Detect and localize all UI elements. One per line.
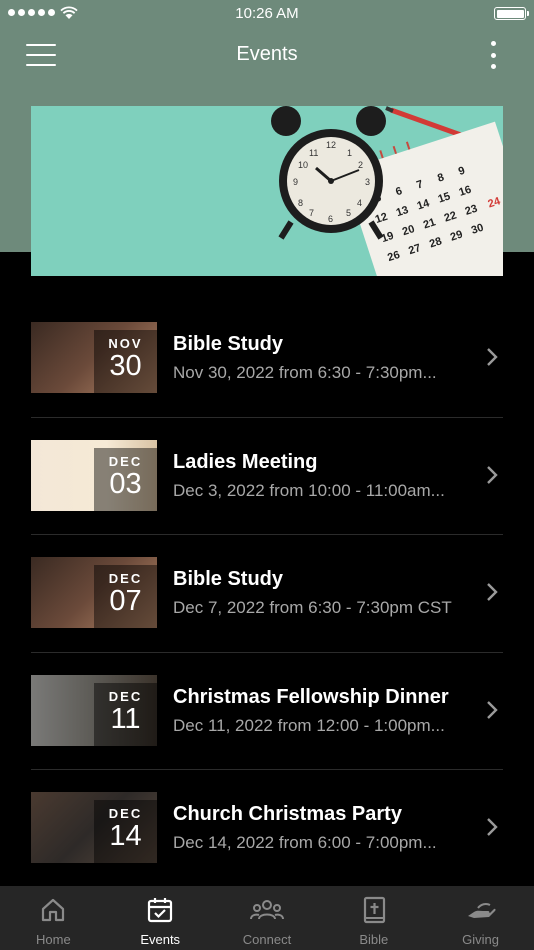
battery-icon xyxy=(494,7,529,20)
event-subtitle: Dec 14, 2022 from 6:00 - 7:00pm... xyxy=(173,833,437,852)
event-date-badge: DEC 11 xyxy=(94,682,157,746)
people-icon xyxy=(249,900,284,920)
home-icon xyxy=(42,898,65,922)
chevron-right-icon xyxy=(487,818,498,836)
event-day: 14 xyxy=(109,820,142,852)
event-subtitle: Dec 11, 2022 from 12:00 - 1:00pm... xyxy=(173,715,445,735)
svg-text:11: 11 xyxy=(309,148,318,158)
event-title: Ladies Meeting xyxy=(173,450,318,473)
event-month: DEC xyxy=(108,806,143,821)
chevron-right-icon xyxy=(487,583,498,601)
navigation-bar: Events xyxy=(0,30,534,80)
event-row[interactable]: NOV 30 Bible Study Nov 30, 2022 from 6:3… xyxy=(31,300,503,418)
tab-events[interactable]: Events xyxy=(107,886,214,950)
svg-text:10: 10 xyxy=(298,160,308,170)
event-day: 07 xyxy=(109,585,142,617)
events-banner-image: 56789 1213141516 1920212223 2627282930 2… xyxy=(31,106,503,276)
event-title: Bible Study xyxy=(173,568,284,590)
status-time: 10:26 AM xyxy=(235,5,299,22)
svg-text:1: 1 xyxy=(347,148,352,158)
event-month: DEC xyxy=(108,688,143,704)
chevron-right-icon xyxy=(487,700,498,719)
event-row[interactable]: DEC 03 Ladies Meeting Dec 3, 2022 from 1… xyxy=(31,418,503,535)
event-row[interactable]: DEC 07 Bible Study Dec 7, 2022 from 6:30… xyxy=(31,535,503,653)
tab-label: Giving xyxy=(462,932,500,947)
chevron-right-icon xyxy=(487,465,498,484)
more-vertical-icon xyxy=(490,41,496,46)
event-thumbnail: DEC 14 xyxy=(31,792,157,863)
status-bar: 10:26 AM xyxy=(0,0,534,28)
event-thumbnail: DEC 11 xyxy=(31,674,157,746)
event-date-badge: DEC 07 xyxy=(94,565,157,628)
event-subtitle: Nov 30, 2022 from 6:30 - 7:30pm... xyxy=(173,363,437,382)
tab-label: Home xyxy=(36,932,71,947)
tab-giving[interactable]: Giving xyxy=(427,886,534,950)
event-title: Church Christmas Party xyxy=(173,803,402,825)
chevron-right-icon xyxy=(487,348,498,366)
svg-text:3: 3 xyxy=(365,177,370,187)
more-options-button[interactable] xyxy=(490,41,496,69)
svg-text:6: 6 xyxy=(328,214,333,224)
svg-text:8: 8 xyxy=(298,198,303,208)
event-month: DEC xyxy=(108,571,143,586)
bible-icon xyxy=(363,896,385,924)
event-title: Christmas Fellowship Dinner xyxy=(173,685,449,708)
event-day: 30 xyxy=(109,350,142,382)
calendar-check-icon xyxy=(148,898,173,923)
event-row[interactable]: DEC 11 Christmas Fellowship Dinner Dec 1… xyxy=(31,653,503,770)
svg-text:2: 2 xyxy=(358,160,363,170)
svg-text:7: 7 xyxy=(309,208,314,218)
tab-label: Bible xyxy=(359,932,389,947)
event-thumbnail: NOV 30 xyxy=(31,322,157,393)
event-row[interactable]: DEC 14 Church Christmas Party Dec 14, 20… xyxy=(31,770,503,888)
event-month: DEC xyxy=(108,453,143,469)
svg-text:5: 5 xyxy=(346,208,351,218)
tab-label: Connect xyxy=(242,932,292,947)
event-date-badge: DEC 03 xyxy=(94,447,157,511)
tab-home[interactable]: Home xyxy=(0,886,107,950)
event-day: 03 xyxy=(109,467,142,500)
event-date-badge: DEC 14 xyxy=(94,800,157,863)
tab-label: Events xyxy=(140,932,181,947)
event-list: NOV 30 Bible Study Nov 30, 2022 from 6:3… xyxy=(31,300,503,888)
tab-bar: Home Events Connect Bible Giving xyxy=(0,886,534,950)
event-day: 11 xyxy=(110,702,141,735)
svg-text:12: 12 xyxy=(326,140,336,150)
page-title: Events xyxy=(236,43,298,65)
event-thumbnail: DEC 03 xyxy=(31,439,157,511)
giving-hand-icon xyxy=(467,903,496,918)
event-month: NOV xyxy=(108,336,143,351)
event-subtitle: Dec 7, 2022 from 6:30 - 7:30pm CST xyxy=(173,598,452,617)
tab-connect[interactable]: Connect xyxy=(214,886,321,950)
event-subtitle: Dec 3, 2022 from 10:00 - 11:00am... xyxy=(173,480,445,500)
event-date-badge: NOV 30 xyxy=(94,330,157,393)
svg-text:9: 9 xyxy=(293,177,298,187)
event-thumbnail: DEC 07 xyxy=(31,557,157,628)
svg-text:4: 4 xyxy=(357,198,362,208)
tab-bible[interactable]: Bible xyxy=(320,886,427,950)
event-title: Bible Study xyxy=(173,333,284,355)
